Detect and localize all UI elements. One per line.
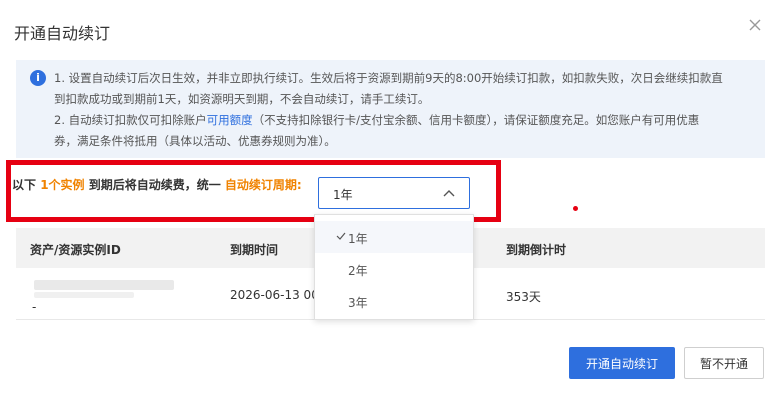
renew-period-dropdown: 1年 2年 3年 bbox=[314, 214, 474, 320]
dialog-title: 开通自动续订 bbox=[14, 24, 111, 43]
redacted-instance-id bbox=[34, 280, 174, 290]
notice-line-suffix: （不支持扣除银行卡/支付宝余额、信用卡额度），请保证额度充足。如您账户有可用优惠 bbox=[252, 113, 700, 127]
not-now-button[interactable]: 暂不开通 bbox=[684, 347, 764, 379]
countdown: 353天 bbox=[506, 290, 541, 304]
notice-line: 券，满足条件将抵用（具体以活动、优惠券规则为准）。 bbox=[54, 134, 336, 148]
info-icon: i bbox=[30, 70, 46, 86]
dropdown-option-2y[interactable]: 2年 bbox=[315, 253, 473, 285]
column-header-id: 资产/资源实例ID bbox=[30, 243, 121, 257]
available-credit-link[interactable]: 可用额度 bbox=[207, 113, 253, 127]
dropdown-option-1y[interactable]: 1年 bbox=[315, 221, 473, 253]
notice-line-prefix: 2. 自动续订扣款仅可扣除账户 bbox=[54, 113, 207, 127]
column-header-expire: 到期时间 bbox=[230, 243, 279, 257]
dropdown-option-3y[interactable]: 3年 bbox=[315, 285, 473, 317]
notice-line: 到扣款成功或到期前1天，如资源明天到期，不会自动续订，请手工续订。 bbox=[54, 92, 430, 106]
check-icon bbox=[336, 232, 346, 240]
option-label: 3年 bbox=[348, 296, 368, 310]
confirm-auto-renew-button[interactable]: 开通自动续订 bbox=[569, 347, 675, 379]
instance-subtext: - bbox=[32, 300, 37, 314]
highlight-box bbox=[6, 160, 501, 222]
notice-box: i 1. 设置自动续订后次日生效，并非立即执行续订。生效后将于资源到期前9天的8… bbox=[16, 60, 765, 158]
notice-line: 2. 自动续订扣款仅可扣除账户可用额度（不支持扣除银行卡/支付宝余额、信用卡额度… bbox=[54, 110, 754, 131]
column-header-countdown: 到期倒计时 bbox=[506, 243, 567, 257]
notice-line: 1. 设置自动续订后次日生效，并非立即执行续订。生效后将于资源到期前9天的8:0… bbox=[54, 71, 723, 85]
auto-renew-dialog: 开通自动续订 i 1. 设置自动续订后次日生效，并非立即执行续订。生效后将于资源… bbox=[0, 0, 777, 395]
redacted-instance-name bbox=[34, 292, 134, 298]
option-label: 1年 bbox=[348, 232, 368, 246]
option-label: 2年 bbox=[348, 264, 368, 278]
red-dot-marker bbox=[573, 206, 578, 211]
notice-text: 1. 设置自动续订后次日生效，并非立即执行续订。生效后将于资源到期前9天的8:0… bbox=[54, 68, 754, 152]
close-icon[interactable] bbox=[748, 18, 762, 32]
